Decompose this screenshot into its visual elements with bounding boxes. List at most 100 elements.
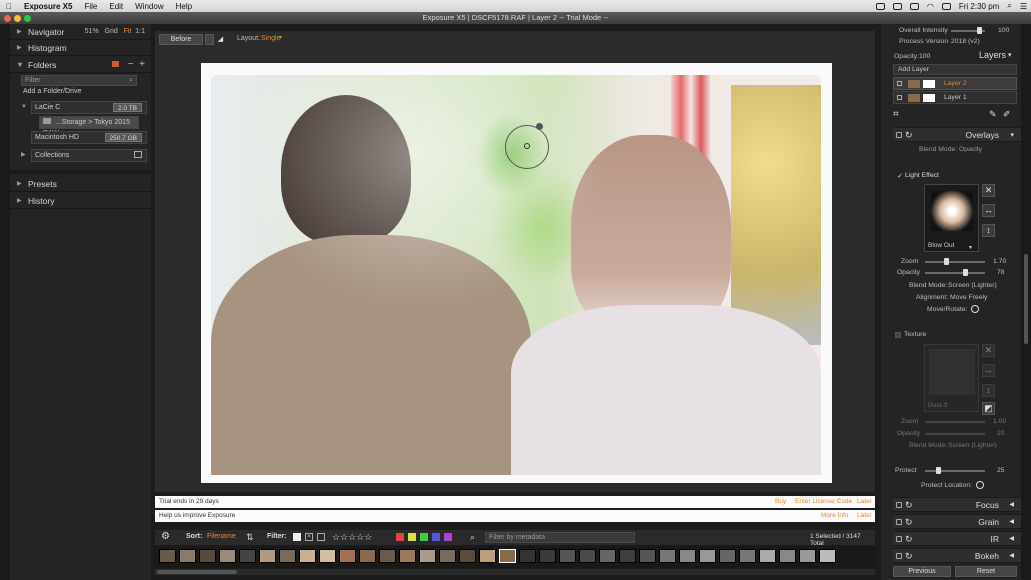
wifi-icon[interactable]: ◠ [927, 2, 934, 11]
slider-knob[interactable] [977, 27, 982, 34]
invert-icon[interactable]: ◩ [982, 402, 995, 415]
photo-preview[interactable] [201, 63, 832, 483]
panel-toggle-icon[interactable] [896, 502, 902, 508]
thumbnail[interactable] [519, 549, 536, 563]
thumbnail[interactable] [259, 549, 276, 563]
buy-link[interactable]: Buy [775, 496, 786, 508]
bokeh-section[interactable]: ↻ Bokeh ◀ [893, 548, 1021, 563]
split-view-button[interactable] [205, 34, 214, 45]
filmstrip[interactable] [155, 546, 875, 568]
layer-row-2[interactable]: Layer 2 [893, 77, 1017, 90]
panel-divider[interactable] [10, 170, 151, 174]
light-effect-center[interactable] [524, 143, 530, 149]
random-icon[interactable]: ✕ [982, 184, 995, 197]
rotate-handle[interactable] [536, 123, 543, 130]
filmstrip-scrollbar[interactable] [155, 569, 875, 575]
thumbnail[interactable] [239, 549, 256, 563]
thumbnail[interactable] [799, 549, 816, 563]
thumbnail[interactable] [579, 549, 596, 563]
add-folder-button[interactable]: + [139, 59, 145, 70]
collection-icon[interactable] [134, 151, 142, 158]
thumbnail[interactable] [319, 549, 336, 563]
reset-icon[interactable]: ↻ [905, 128, 913, 143]
histogram-section[interactable]: ▶ Histogram [10, 40, 151, 56]
panel-toggle-icon[interactable] [896, 132, 902, 138]
thumbnail[interactable] [459, 549, 476, 563]
thumbnail[interactable] [819, 549, 836, 563]
focus-section[interactable]: ↻ Focus ◀ [893, 497, 1021, 512]
reset-icon[interactable]: ↻ [905, 549, 913, 564]
thumbnail[interactable] [439, 549, 456, 563]
thumbnail[interactable] [199, 549, 216, 563]
scroll-thumb[interactable] [157, 570, 237, 574]
flip-horizontal-icon[interactable]: ↔ [982, 364, 995, 377]
compare-icon[interactable]: ◢ [216, 34, 225, 45]
status-icon[interactable] [892, 2, 902, 10]
flip-vertical-icon[interactable]: ↕ [982, 224, 995, 237]
thumbnail[interactable] [279, 549, 296, 563]
thumbnail-selected[interactable] [499, 549, 516, 563]
flag-unflagged-icon[interactable] [317, 533, 325, 541]
presets-section[interactable]: ▶ Presets [10, 176, 151, 192]
texture-blend-dropdown[interactable]: Screen (Lighter) [948, 442, 997, 449]
slider-knob[interactable] [944, 258, 949, 265]
apple-menu-icon[interactable]:  [0, 2, 18, 11]
ir-section[interactable]: ↻ IR ◀ [893, 531, 1021, 546]
layer-opacity-dropdown[interactable]: 100 [919, 53, 930, 60]
light-effect-checkbox[interactable]: ✓ [897, 172, 903, 180]
thumbnail[interactable] [399, 549, 416, 563]
gear-icon[interactable]: ⚙ [161, 531, 170, 542]
star-rating-filter[interactable]: ☆☆☆☆☆ [332, 532, 372, 543]
battery-icon[interactable] [941, 2, 951, 10]
right-panel-collapse[interactable] [1021, 24, 1031, 580]
collections-row[interactable]: ▶ Collections [21, 149, 147, 162]
notification-icon[interactable]: ☰ [1020, 2, 1027, 11]
color-label-yellow[interactable] [408, 533, 416, 541]
grain-section[interactable]: ↻ Grain ◀ [893, 514, 1021, 529]
thumbnail[interactable] [619, 549, 636, 563]
thumbnail[interactable] [299, 549, 316, 563]
before-button[interactable]: Before [159, 34, 203, 45]
fit-toggle[interactable]: Fit [124, 28, 132, 35]
reset-button[interactable]: Reset [955, 566, 1017, 577]
previous-button[interactable]: Previous [893, 566, 951, 577]
eyedropper-icon[interactable]: ✐ [1003, 109, 1011, 120]
overlays-section-header[interactable]: ↻ Overlays ▾ [893, 127, 1021, 142]
texture-checkbox[interactable] [895, 332, 901, 338]
color-label-red[interactable] [396, 533, 404, 541]
drive-macintosh-hd[interactable]: Macintosh HD 250.7 GB [31, 131, 147, 144]
sort-dropdown[interactable]: Filename [207, 533, 236, 540]
blend-mode-dropdown-2[interactable]: Screen (Lighter) [948, 282, 997, 289]
thumbnail[interactable] [719, 549, 736, 563]
minimize-window-button[interactable] [14, 15, 21, 22]
folder-filter-input[interactable]: Filter ⌕ [21, 75, 137, 86]
dropbox-icon[interactable] [875, 2, 885, 10]
drive-lacie[interactable]: ▼ LaCie C 2.0 TB [21, 101, 147, 114]
panel-toggle-icon[interactable] [896, 536, 902, 542]
later-link-2[interactable]: Later [857, 510, 872, 522]
navigator-section[interactable]: ▶ Navigator 51% Grid Fit 1:1 [10, 24, 151, 40]
slider-knob[interactable] [963, 269, 968, 276]
license-link[interactable]: Enter License Code [795, 496, 852, 508]
menu-help[interactable]: Help [170, 2, 198, 11]
reset-icon[interactable]: ↻ [905, 498, 913, 513]
flag-rejected-icon[interactable]: × [305, 533, 313, 541]
color-label-blue[interactable] [432, 533, 440, 541]
protect-slider[interactable] [925, 470, 985, 472]
close-window-button[interactable] [4, 15, 11, 22]
folder-color-icon[interactable] [112, 61, 120, 67]
opacity-slider[interactable] [925, 272, 985, 274]
folders-section[interactable]: ▶ Folders − + [10, 57, 151, 73]
bluetooth-icon[interactable] [909, 2, 919, 10]
blend-mode-dropdown[interactable]: Opacity [959, 146, 982, 153]
color-label-purple[interactable] [444, 533, 452, 541]
process-version-dropdown[interactable]: 2018 (v2) [951, 38, 980, 45]
clock[interactable]: Fri 2:30 pm [959, 2, 999, 11]
layers-title[interactable]: Layers [979, 50, 1006, 60]
right-scrollbar[interactable] [1024, 254, 1028, 344]
thumbnail[interactable] [659, 549, 676, 563]
thumbnail[interactable] [219, 549, 236, 563]
visibility-toggle[interactable] [897, 95, 902, 100]
thumbnail[interactable] [359, 549, 376, 563]
layer-row-1[interactable]: Layer 1 [893, 91, 1017, 104]
